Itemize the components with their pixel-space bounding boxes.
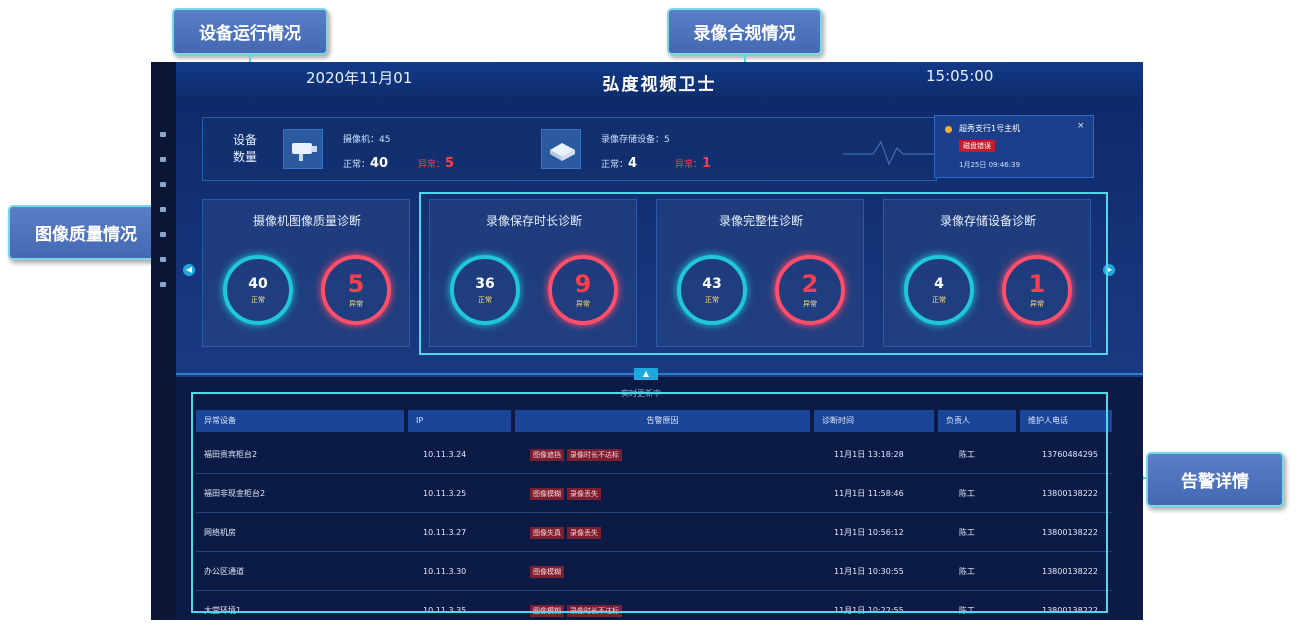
normal-count: 40 — [248, 275, 268, 292]
sidebar-icon-4[interactable] — [160, 207, 166, 212]
camera-total: 摄像机：45 — [343, 135, 391, 145]
storage-normal-label: 正常： — [601, 160, 629, 170]
error-count: 5 — [347, 269, 365, 298]
normal-label: 正常 — [251, 295, 265, 304]
camera-error-label: 异常： — [418, 160, 446, 170]
storage-error-value: 1 — [702, 156, 712, 171]
device-count-label-1: 设备 — [233, 133, 258, 147]
alert-title: 超秀支行1号主机 — [959, 124, 1021, 133]
error-label: 异常 — [349, 299, 363, 308]
storage-total: 录像存储设备：5 — [601, 135, 670, 145]
close-icon[interactable]: × — [1077, 121, 1085, 131]
highlight-record-panels — [419, 192, 1108, 355]
header-time: 15:05:00 — [926, 67, 994, 85]
left-sidebar — [151, 62, 176, 620]
alert-time: 1月25日 09:46:39 — [959, 161, 1021, 169]
camera-icon — [283, 129, 323, 169]
device-count-label-2: 数量 — [233, 150, 258, 164]
storage-normal-value: 4 — [628, 156, 638, 171]
alert-notification[interactable]: 超秀支行1号主机 × 磁盘错误 1月25日 09:46:39 — [934, 115, 1094, 178]
device-count-box: 设备 数量 摄像机：45 正常：40 异常：5 录像存储设备：5 正常：4 异常… — [202, 117, 943, 181]
heartbeat-line-icon — [843, 140, 943, 166]
error-count-circle: 5 异常 — [321, 255, 391, 325]
alert-badge: 磁盘错误 — [959, 140, 995, 152]
header-bar: 2020年11月01 弘度视频卫士 15:05:00 — [176, 62, 1143, 102]
sidebar-icon-6[interactable] — [160, 257, 166, 262]
sidebar-icon-7[interactable] — [160, 282, 166, 287]
sidebar-icon-3[interactable] — [160, 182, 166, 187]
highlight-alarm-table — [191, 392, 1108, 613]
camera-error-value: 5 — [445, 156, 455, 171]
section-divider — [176, 373, 1143, 375]
warning-dot-icon — [945, 126, 952, 133]
camera-normal-value: 40 — [370, 156, 389, 171]
collapse-button[interactable]: ▲ — [634, 368, 658, 380]
sidebar-icon-5[interactable] — [160, 232, 166, 237]
panel-image-quality: 摄像机图像质量诊断 40 正常 5 异常 — [202, 199, 410, 347]
camera-normal-label: 正常： — [343, 160, 371, 170]
normal-count-circle: 40 正常 — [223, 255, 293, 325]
panel-title: 摄像机图像质量诊断 — [252, 214, 361, 228]
sidebar-icon-2[interactable] — [160, 157, 166, 162]
storage-device-icon — [541, 129, 581, 169]
storage-error-label: 异常： — [675, 160, 703, 170]
sidebar-icon-1[interactable] — [160, 132, 166, 137]
prev-arrow-icon[interactable]: ◀ — [183, 264, 195, 276]
header-title: 弘度视频卫士 — [602, 75, 717, 95]
